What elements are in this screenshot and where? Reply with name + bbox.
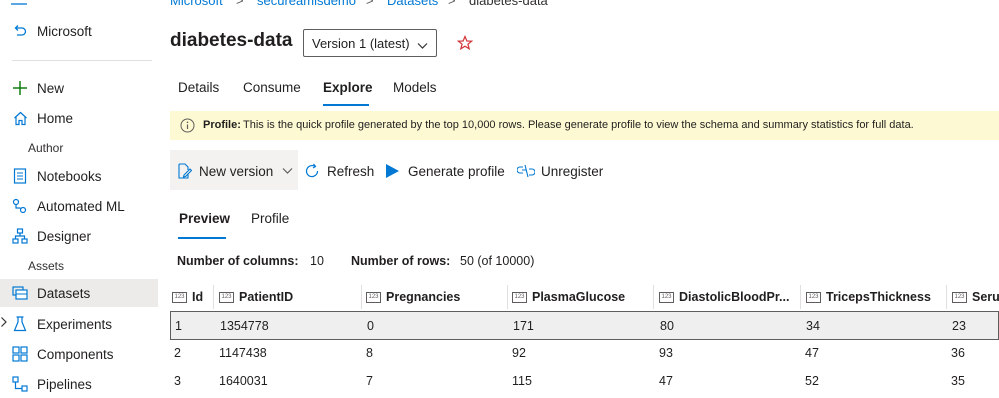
column-divider[interactable] xyxy=(507,285,508,309)
banner-label: Profile: xyxy=(203,119,241,131)
unregister-button[interactable]: Unregister xyxy=(517,161,603,181)
tab-details[interactable]: Details xyxy=(178,80,219,95)
hamburger-menu-icon[interactable] xyxy=(11,0,27,6)
pipelines-icon xyxy=(12,376,28,392)
sidebar-item-notebooks[interactable]: Notebooks xyxy=(0,162,158,190)
column-divider[interactable] xyxy=(653,285,654,309)
chevron-down-icon xyxy=(417,38,428,53)
sidebar-item-designer[interactable]: Designer xyxy=(0,222,158,250)
numeric-type-icon: 123 xyxy=(172,291,187,303)
unregister-label: Unregister xyxy=(541,163,604,179)
sidebar-item-new[interactable]: New xyxy=(0,74,158,102)
table-row[interactable]: 3 1640031 7 115 47 52 35 xyxy=(170,367,999,394)
sidebar-item-label: Datasets xyxy=(37,285,91,301)
table-row[interactable]: 2 1147438 8 92 93 47 36 xyxy=(170,340,999,367)
sidebar-item-label: Automated ML xyxy=(37,198,125,214)
numeric-type-icon: 123 xyxy=(219,291,234,303)
sidebar-item-components[interactable]: Components xyxy=(0,340,158,368)
numeric-type-icon: 123 xyxy=(512,291,527,303)
column-divider[interactable] xyxy=(361,285,362,309)
column-header-pregnancies[interactable]: 123 Pregnancies xyxy=(366,285,460,309)
rows-count-label: Number of rows: xyxy=(351,254,451,268)
home-icon xyxy=(12,110,28,126)
banner-text: This is the quick profile generated by t… xyxy=(243,119,914,131)
back-arrow-icon xyxy=(12,23,28,39)
sidebar-item-automl[interactable]: Automated ML xyxy=(0,192,158,220)
sidebar-item-label: Designer xyxy=(37,228,92,244)
automl-icon xyxy=(12,198,28,214)
column-header-tricepsthickness[interactable]: 123 TricepsThickness xyxy=(806,285,931,309)
refresh-button[interactable]: Refresh xyxy=(304,161,374,181)
unregister-icon xyxy=(517,164,535,178)
breadcrumb-separator: > xyxy=(236,0,244,8)
breadcrumb-resource[interactable]: secureamlsdemo xyxy=(257,0,356,8)
flask-icon xyxy=(12,316,28,332)
refresh-icon xyxy=(304,163,320,179)
breadcrumb-workspace[interactable]: Microsoft xyxy=(170,0,223,8)
columns-count-value: 10 xyxy=(310,254,324,268)
breadcrumb-separator: > xyxy=(448,0,456,8)
breadcrumb-current: diabetes-data xyxy=(469,0,548,8)
generate-profile-button[interactable]: Generate profile xyxy=(385,161,505,181)
sidebar-item-label: Pipelines xyxy=(37,376,92,392)
sidebar-item-experiments[interactable]: Experiments xyxy=(0,310,158,338)
tab-explore[interactable]: Explore xyxy=(323,80,373,95)
tab-models[interactable]: Models xyxy=(393,80,437,95)
sidebar-divider xyxy=(12,60,152,61)
generate-profile-label: Generate profile xyxy=(408,163,505,179)
workspace-name: Microsoft xyxy=(37,23,92,39)
column-header-id[interactable]: 123 Id xyxy=(172,285,203,309)
breadcrumb-separator: > xyxy=(366,0,374,8)
subtab-preview[interactable]: Preview xyxy=(179,211,230,226)
refresh-label: Refresh xyxy=(327,163,375,179)
info-icon xyxy=(180,118,195,136)
workspace-back-link[interactable]: Microsoft xyxy=(0,17,158,45)
breadcrumb-datasets[interactable]: Datasets xyxy=(387,0,438,8)
table-row[interactable]: 1 1354778 0 171 80 34 23 xyxy=(170,311,999,340)
column-divider[interactable] xyxy=(946,285,947,309)
column-header-diastolicbloodpressure[interactable]: 123 DiastolicBloodPr... xyxy=(659,285,789,309)
datasets-icon xyxy=(12,285,28,301)
sidebar-item-label: Home xyxy=(37,110,74,126)
profile-info-banner: Profile: This is the quick profile gener… xyxy=(170,111,999,140)
numeric-type-icon: 123 xyxy=(952,291,967,303)
sidebar-item-label: Experiments xyxy=(37,316,113,332)
tab-consume[interactable]: Consume xyxy=(243,80,301,95)
sidebar-item-datasets[interactable]: Datasets xyxy=(0,279,158,307)
numeric-type-icon: 123 xyxy=(806,291,821,303)
subtab-profile[interactable]: Profile xyxy=(251,211,289,226)
left-nav: Microsoft New Home Author Notebooks Auto… xyxy=(0,0,158,394)
components-icon xyxy=(12,346,28,362)
section-heading-assets: Assets xyxy=(28,259,65,273)
columns-count-label: Number of columns: xyxy=(177,254,299,268)
page-title: diabetes-data xyxy=(170,30,293,51)
favorite-star-icon[interactable] xyxy=(456,34,474,54)
column-header-patientid[interactable]: 123 PatientID xyxy=(219,285,293,309)
new-version-button[interactable]: New version xyxy=(177,161,293,181)
sidebar-item-label: New xyxy=(37,80,65,96)
column-header-serum[interactable]: 123Serum xyxy=(952,285,999,309)
column-divider[interactable] xyxy=(800,285,801,309)
numeric-type-icon: 123 xyxy=(366,291,381,303)
notebook-icon xyxy=(12,168,28,184)
new-version-label: New version xyxy=(199,163,274,179)
plus-icon xyxy=(12,80,28,96)
document-edit-icon xyxy=(177,163,192,179)
designer-icon xyxy=(12,228,28,244)
column-header-plasmaglucose[interactable]: 123 PlasmaGlucose xyxy=(512,285,625,309)
sidebar-item-label: Notebooks xyxy=(37,168,102,184)
active-subtab-indicator xyxy=(178,237,226,239)
rows-count-value: 50 (of 10000) xyxy=(460,254,535,268)
sidebar-item-label: Components xyxy=(37,346,114,362)
sidebar-item-home[interactable]: Home xyxy=(0,104,158,132)
chevron-down-icon[interactable] xyxy=(282,167,293,175)
version-dropdown[interactable]: Version 1 (latest) xyxy=(303,29,437,57)
version-dropdown-value: Version 1 (latest) xyxy=(312,35,410,51)
numeric-type-icon: 123 xyxy=(659,291,674,303)
play-icon xyxy=(385,163,400,179)
active-tab-indicator xyxy=(323,104,369,106)
section-heading-author: Author xyxy=(28,141,64,155)
column-divider[interactable] xyxy=(213,285,214,309)
